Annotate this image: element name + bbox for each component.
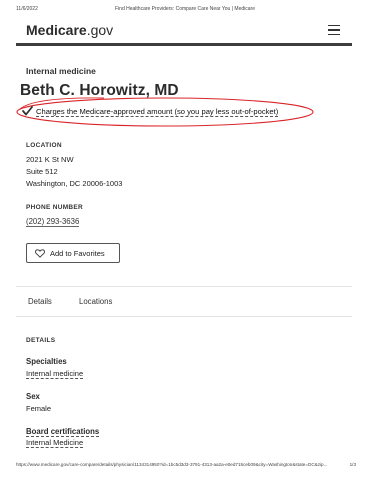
location-label: LOCATION (26, 142, 62, 149)
sex-value: Female (26, 404, 52, 413)
board-certifications-value[interactable]: Internal Medicine (26, 438, 84, 448)
print-url: https://www.medicare.gov/care-compare/de… (16, 462, 328, 467)
details-heading: DETAILS (26, 337, 56, 344)
address-line-1: 2021 K St NW (26, 155, 74, 164)
print-page-title: Find Healthcare Providers: Compare Care … (115, 6, 255, 12)
heart-icon (35, 249, 45, 258)
add-to-favorites-button[interactable]: Add to Favorites (26, 243, 120, 263)
address-line-3: Washington, DC 20006-1003 (26, 179, 123, 188)
provider-name: Beth C. Horowitz, MD (20, 82, 179, 99)
tab-details[interactable]: Details (28, 297, 52, 306)
logo-bold: Medicare (26, 22, 87, 38)
hamburger-menu-icon[interactable] (328, 25, 340, 35)
tab-locations[interactable]: Locations (79, 297, 112, 306)
site-header: Medicare.gov (16, 18, 352, 46)
specialties-value[interactable]: Internal medicine (26, 369, 84, 379)
sex-label: Sex (26, 392, 40, 401)
checkmark-icon (22, 106, 33, 116)
phone-number-link[interactable]: (202) 293-3636 (26, 217, 80, 227)
medicare-logo[interactable]: Medicare.gov (26, 22, 113, 38)
provider-tabs: Details Locations (16, 286, 352, 317)
provider-specialty: Internal medicine (26, 66, 96, 76)
logo-suffix: .gov (86, 22, 114, 38)
print-page-number: 1/3 (349, 462, 356, 467)
phone-label: PHONE NUMBER (26, 204, 84, 211)
print-header: 11/6/2022 Find Healthcare Providers: Com… (0, 4, 370, 14)
add-to-favorites-label: Add to Favorites (50, 249, 105, 258)
medicare-approved-link[interactable]: Charges the Medicare-approved amount (so… (36, 107, 279, 117)
print-footer: https://www.medicare.gov/care-compare/de… (0, 462, 370, 472)
address-line-2: Suite 512 (26, 167, 58, 176)
specialties-label: Specialties (26, 357, 67, 366)
board-certifications-label[interactable]: Board certifications (26, 427, 100, 437)
